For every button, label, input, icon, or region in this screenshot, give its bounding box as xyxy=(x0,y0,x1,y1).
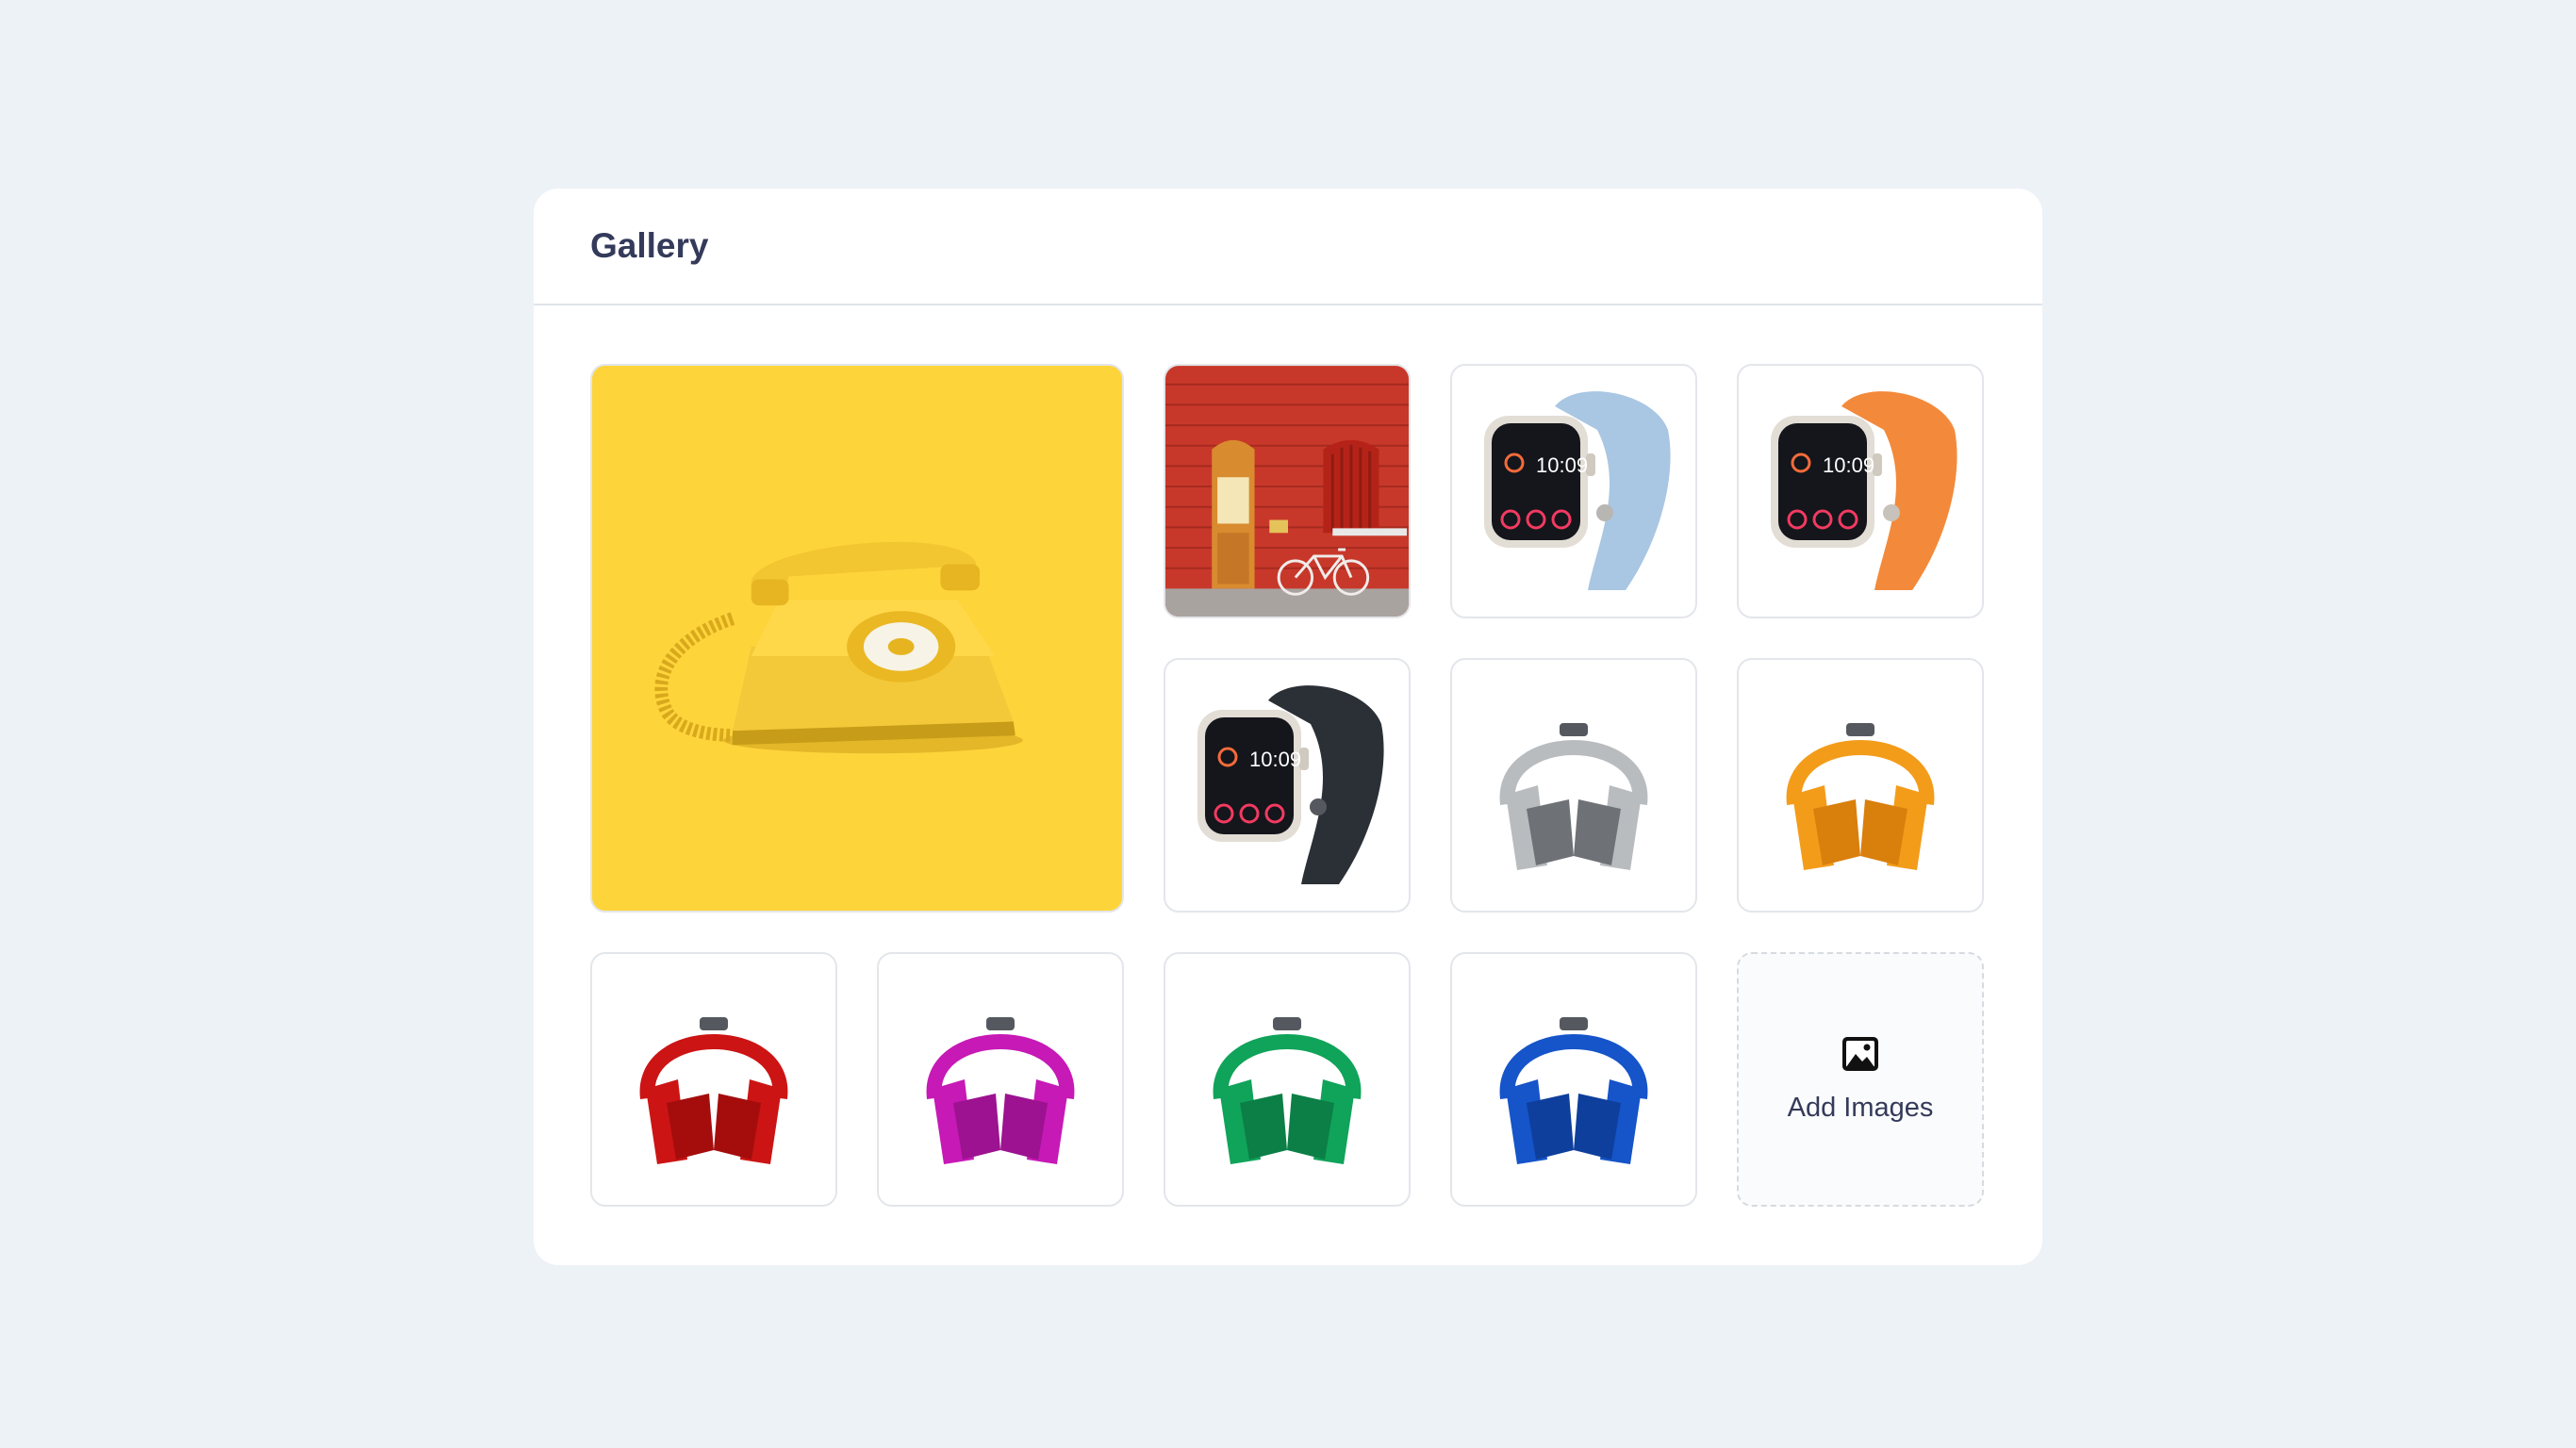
image-icon xyxy=(1842,1036,1878,1071)
headphones-green-image xyxy=(1213,1017,1362,1164)
add-images-button[interactable]: Add Images xyxy=(1737,952,1984,1207)
headphones-blue-image xyxy=(1499,1017,1648,1164)
headphones-red-image xyxy=(639,1017,788,1164)
smartwatch-black-image: 10:09 xyxy=(1197,685,1384,884)
gallery-image-watch-orange[interactable]: 10:09 xyxy=(1737,364,1984,618)
gallery-title: Gallery xyxy=(590,226,709,265)
gallery-image-headphones-magenta[interactable] xyxy=(877,952,1124,1207)
gallery-header: Gallery xyxy=(534,189,2042,305)
headphones-magenta-image xyxy=(926,1017,1075,1164)
add-images-label: Add Images xyxy=(1787,1092,1934,1123)
brick-wall-image xyxy=(1165,366,1409,617)
gallery-card: Gallery 10:09 10:09 10:09 Add Images xyxy=(534,189,2042,1265)
gallery-image-headphones-red[interactable] xyxy=(590,952,837,1207)
gallery-grid: 10:09 10:09 10:09 Add Images xyxy=(590,364,1984,1207)
gallery-image-brick-wall[interactable] xyxy=(1164,364,1411,618)
headphones-silver-image xyxy=(1499,723,1648,870)
gallery-image-watch-light-blue[interactable]: 10:09 xyxy=(1450,364,1697,618)
gallery-image-headphones-silver[interactable] xyxy=(1450,658,1697,913)
gallery-image-watch-black[interactable]: 10:09 xyxy=(1164,658,1411,913)
gallery-image-headphones-blue[interactable] xyxy=(1450,952,1697,1207)
gallery-image-headphones-green[interactable] xyxy=(1164,952,1411,1207)
smartwatch-light-blue-image: 10:09 xyxy=(1484,391,1671,590)
gallery-image-telephone[interactable] xyxy=(590,364,1124,913)
watch-time: 10:09 xyxy=(1249,748,1301,771)
headphones-orange-image xyxy=(1786,723,1935,870)
telephone-image xyxy=(654,541,1023,754)
watch-time: 10:09 xyxy=(1823,453,1874,477)
smartwatch-orange-image: 10:09 xyxy=(1771,391,1957,590)
gallery-image-headphones-orange[interactable] xyxy=(1737,658,1984,913)
watch-time: 10:09 xyxy=(1536,453,1588,477)
